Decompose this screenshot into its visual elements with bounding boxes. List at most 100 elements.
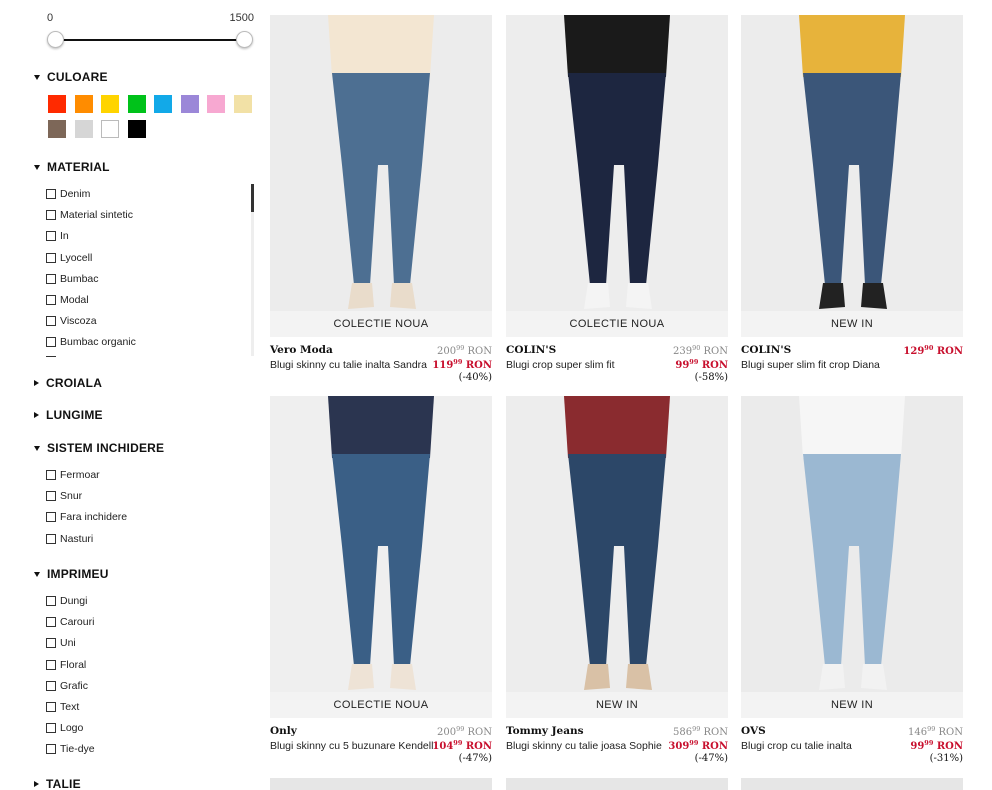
product-name[interactable]: Blugi skinny cu talie inalta Sandra xyxy=(270,358,440,372)
checkbox[interactable] xyxy=(46,210,56,221)
checkbox[interactable] xyxy=(46,252,56,263)
checkbox[interactable] xyxy=(46,337,56,348)
product-brand[interactable]: Vero Moda xyxy=(270,344,333,356)
filter-option[interactable]: Modal xyxy=(46,293,89,307)
product-badge: COLECTIE NOUA xyxy=(270,311,492,337)
product-name[interactable]: Blugi crop super slim fit xyxy=(506,358,676,372)
filter-option[interactable]: Fara inchidere xyxy=(46,510,127,524)
filter-section-talie[interactable]: TALIE xyxy=(34,776,81,790)
checkbox[interactable] xyxy=(46,659,56,670)
sale-price: 9999 RON xyxy=(675,358,728,371)
checkbox[interactable] xyxy=(46,189,56,199)
checkbox[interactable] xyxy=(46,723,56,734)
color-swatch[interactable] xyxy=(101,95,119,113)
material-scrollbar-thumb[interactable] xyxy=(251,184,254,212)
product-card[interactable]: NEW IN COLIN'S Blugi super slim fit crop D… xyxy=(741,15,963,387)
checkbox[interactable] xyxy=(46,702,56,712)
product-card[interactable]: COLECTIE NOUA Only Blugi skinny cu 5 buzun… xyxy=(270,396,492,768)
product-brand[interactable]: COLIN'S xyxy=(506,344,556,356)
filter-option[interactable]: Dungi xyxy=(46,594,87,608)
checkbox[interactable] xyxy=(46,638,56,649)
product-image[interactable]: NEW IN xyxy=(741,15,963,337)
product-brand[interactable]: COLIN'S xyxy=(741,344,791,356)
product-name[interactable]: Blugi skinny cu 5 buzunare Kendell xyxy=(270,739,440,753)
color-swatch[interactable] xyxy=(48,95,66,113)
filter-section-title: TALIE xyxy=(46,777,81,790)
color-swatch[interactable] xyxy=(101,120,119,138)
product-brand[interactable]: OVS xyxy=(741,725,766,737)
filter-option[interactable]: Fermoar xyxy=(46,468,100,482)
filter-option[interactable]: Nasturi xyxy=(46,532,93,546)
product-card-next-row[interactable] xyxy=(506,778,728,790)
color-swatch[interactable] xyxy=(74,95,93,113)
price-slider-track[interactable] xyxy=(55,39,245,41)
product-image[interactable]: COLECTIE NOUA xyxy=(270,396,492,718)
filter-option[interactable]: Lyocell xyxy=(46,251,92,265)
filter-section-material[interactable]: MATERIAL xyxy=(34,159,110,175)
caret-right-icon xyxy=(34,781,39,787)
filter-option[interactable]: Uni xyxy=(46,636,76,650)
color-swatch[interactable] xyxy=(207,95,225,113)
checkbox[interactable] xyxy=(46,470,56,480)
product-brand[interactable]: Tommy Jeans xyxy=(506,725,584,737)
filter-option[interactable]: Snur xyxy=(46,489,82,503)
checkbox[interactable] xyxy=(46,295,56,305)
color-swatch[interactable] xyxy=(127,120,146,138)
product-image[interactable]: NEW IN xyxy=(506,396,728,718)
product-name[interactable]: Blugi crop cu talie inalta xyxy=(741,739,911,753)
product-card[interactable]: NEW IN OVS Blugi crop cu talie inalta 14699… xyxy=(741,396,963,768)
product-card[interactable]: COLECTIE NOUA Vero Moda Blugi skinny cu ta… xyxy=(270,15,492,387)
checkbox[interactable] xyxy=(46,512,56,523)
checkbox[interactable] xyxy=(46,680,56,691)
filter-section-croiala[interactable]: CROIALA xyxy=(34,375,102,391)
checkbox[interactable] xyxy=(46,744,56,755)
checkbox[interactable] xyxy=(46,491,56,502)
color-swatch[interactable] xyxy=(127,95,146,113)
filter-option[interactable]: Logo xyxy=(46,721,83,735)
filter-section-title: CULOARE xyxy=(47,70,108,84)
filter-option[interactable]: Denim xyxy=(46,187,90,201)
caret-down-icon xyxy=(34,571,40,577)
price-slider-max-handle[interactable] xyxy=(236,31,253,48)
product-badge: NEW IN xyxy=(741,311,963,337)
product-card-next-row[interactable] xyxy=(741,778,963,790)
product-image[interactable]: NEW IN xyxy=(741,396,963,718)
filter-option[interactable]: Carouri xyxy=(46,615,94,629)
product-card-next-row[interactable] xyxy=(270,778,492,790)
filter-option[interactable]: Bumbac organic xyxy=(46,335,136,349)
product-brand[interactable]: Only xyxy=(270,725,297,737)
product-name[interactable]: Blugi skinny cu talie joasa Sophie xyxy=(506,739,676,753)
checkbox[interactable] xyxy=(46,231,56,242)
checkbox[interactable] xyxy=(46,617,56,628)
product-image[interactable]: COLECTIE NOUA xyxy=(270,15,492,337)
checkbox[interactable] xyxy=(46,316,56,327)
color-swatch[interactable] xyxy=(154,95,172,113)
filter-option[interactable]: Material sintetic xyxy=(46,208,133,222)
product-name[interactable]: Blugi super slim fit crop Diana xyxy=(741,358,911,372)
filter-option[interactable]: In xyxy=(46,229,69,243)
product-image[interactable]: COLECTIE NOUA xyxy=(506,15,728,337)
color-swatch[interactable] xyxy=(74,120,93,138)
filter-section-imprimeu[interactable]: IMPRIMEU xyxy=(34,566,109,582)
filter-section-sistem-inchidere[interactable]: SISTEM INCHIDERE xyxy=(34,440,164,456)
filter-option-label: Carouri xyxy=(60,616,95,629)
filter-option[interactable]: Tie-dye xyxy=(46,742,95,756)
color-swatch[interactable] xyxy=(233,95,252,113)
checkbox[interactable] xyxy=(46,533,56,544)
filter-section-lungime[interactable]: LUNGIME xyxy=(34,407,103,423)
checkbox[interactable] xyxy=(46,596,56,606)
color-swatch[interactable] xyxy=(180,95,199,113)
filter-option[interactable]: Viscoza xyxy=(46,314,97,328)
checkbox[interactable] xyxy=(46,273,56,284)
filter-section-culoare[interactable]: CULOARE xyxy=(34,69,108,85)
product-badge: COLECTIE NOUA xyxy=(506,311,728,337)
filter-option[interactable]: Floral xyxy=(46,658,86,672)
filter-option[interactable]: Bumbac xyxy=(46,272,99,286)
sale-price: 12990 RON xyxy=(903,344,963,357)
filter-option[interactable]: Text xyxy=(46,700,79,714)
color-swatch[interactable] xyxy=(48,120,66,138)
price-slider-min-handle[interactable] xyxy=(47,31,64,48)
product-card[interactable]: COLECTIE NOUA COLIN'S Blugi crop super sli… xyxy=(506,15,728,387)
filter-option[interactable]: Grafic xyxy=(46,679,88,693)
product-card[interactable]: NEW IN Tommy Jeans Blugi skinny cu talie j… xyxy=(506,396,728,768)
